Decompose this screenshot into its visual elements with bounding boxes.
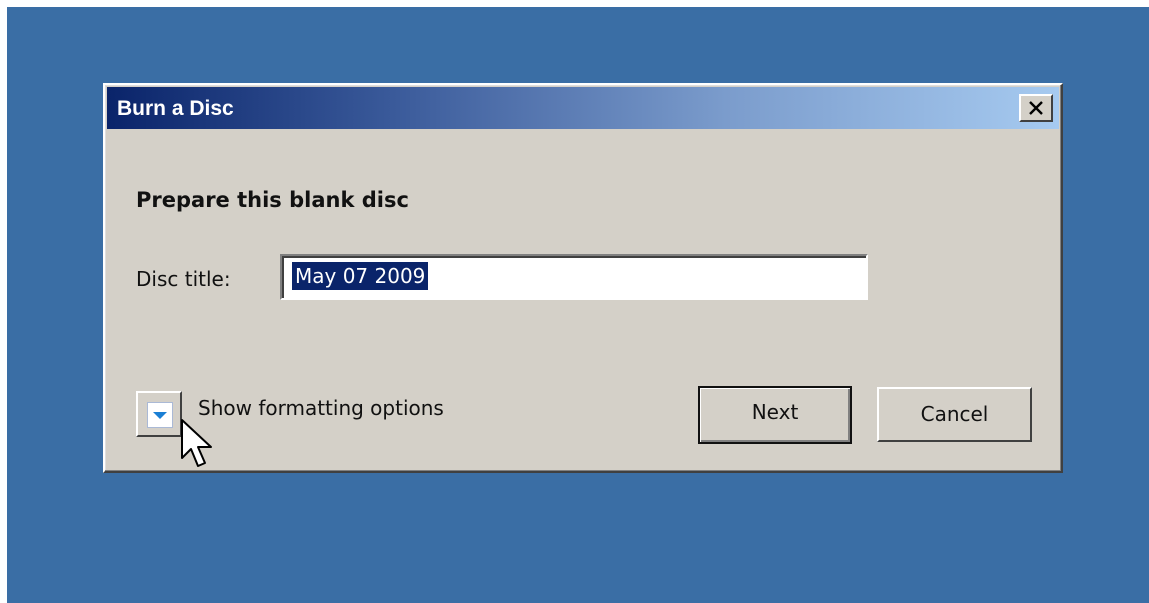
next-button[interactable]: Next bbox=[698, 386, 852, 444]
disc-title-label: Disc title: bbox=[136, 267, 231, 291]
show-formatting-options-button[interactable] bbox=[136, 391, 182, 437]
chevron-down-icon bbox=[147, 402, 173, 428]
burn-disc-dialog: Burn a Disc Prepare this blank disc Disc… bbox=[103, 83, 1063, 473]
title-bar[interactable]: Burn a Disc bbox=[107, 87, 1059, 129]
cancel-button[interactable]: Cancel bbox=[877, 387, 1032, 442]
close-x-icon bbox=[1029, 101, 1043, 115]
disc-title-input[interactable]: May 07 2009 bbox=[280, 254, 868, 300]
dialog-title: Burn a Disc bbox=[117, 97, 234, 120]
show-formatting-options-label[interactable]: Show formatting options bbox=[198, 396, 444, 420]
dialog-heading: Prepare this blank disc bbox=[136, 188, 409, 212]
disc-title-value[interactable]: May 07 2009 bbox=[292, 262, 429, 290]
close-button[interactable] bbox=[1019, 94, 1053, 122]
